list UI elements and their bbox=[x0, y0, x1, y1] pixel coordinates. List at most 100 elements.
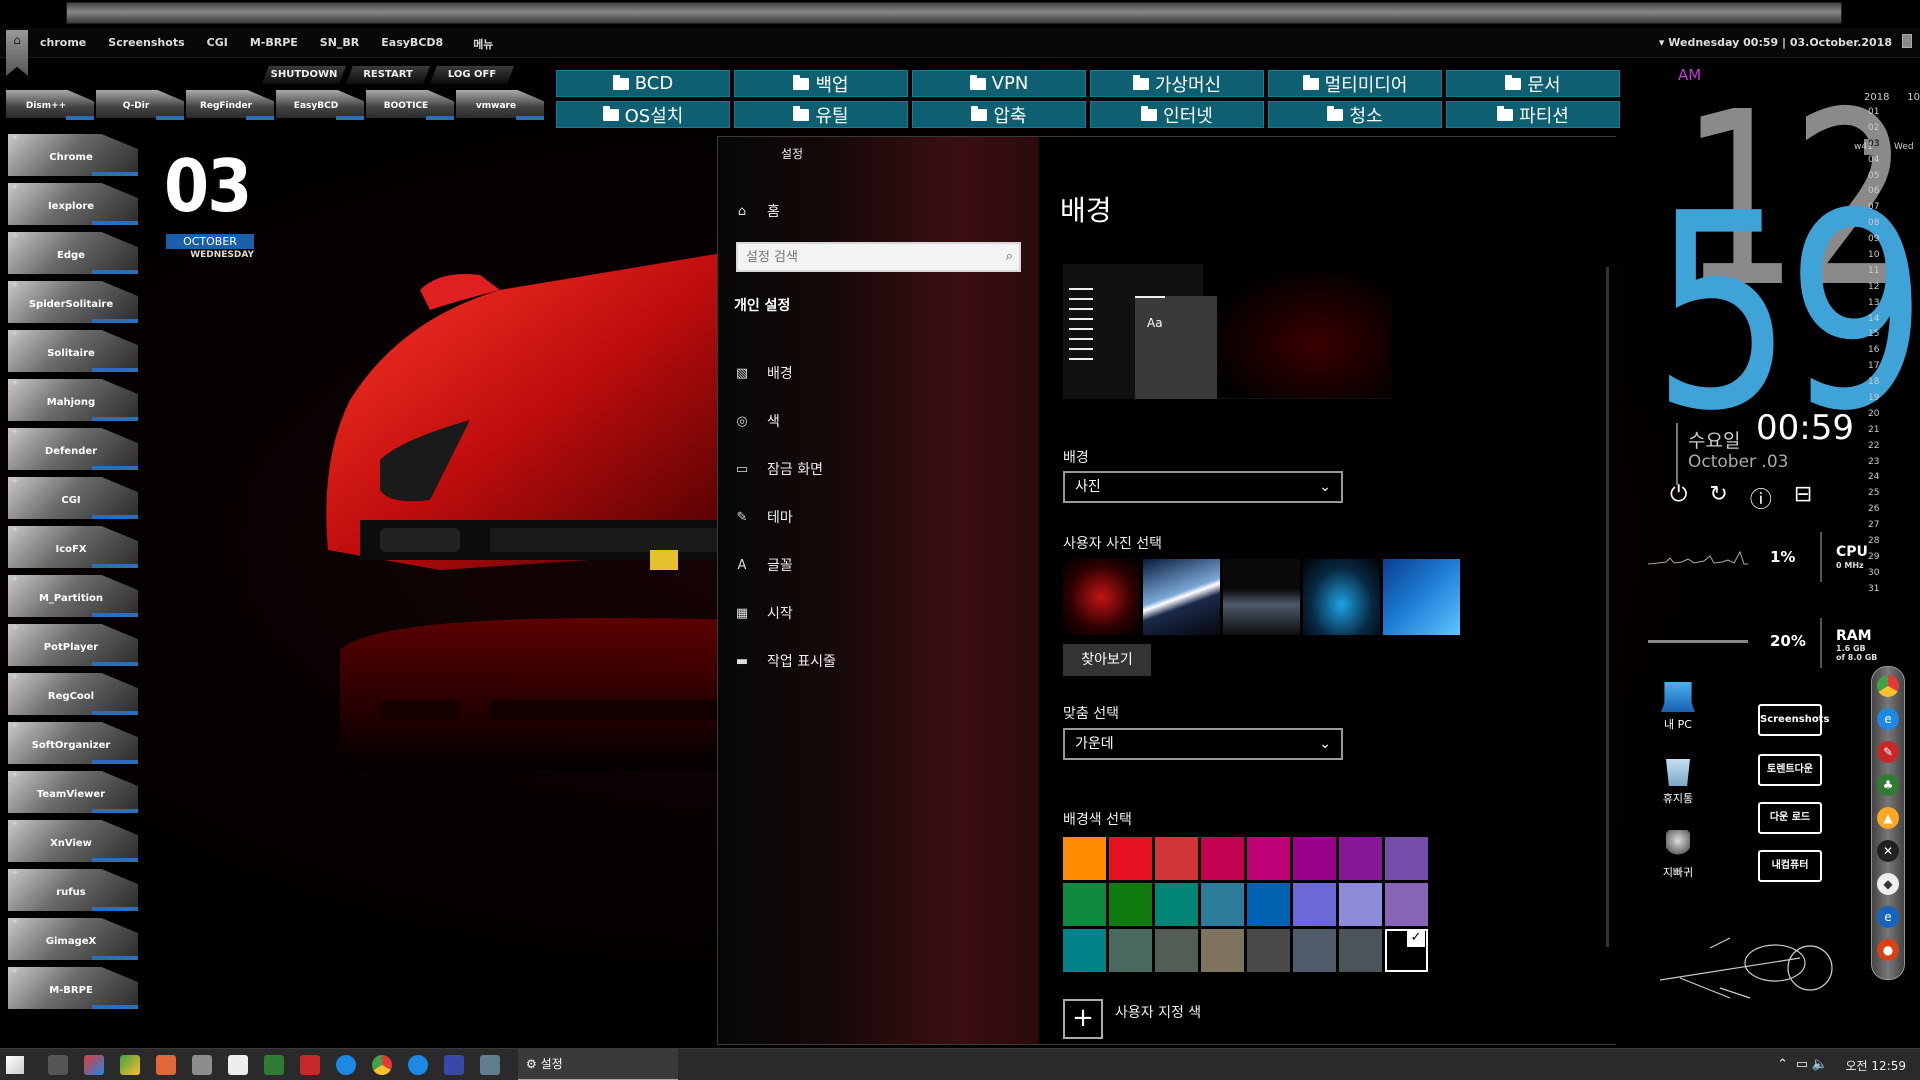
color-swatch[interactable] bbox=[1247, 929, 1290, 972]
record-icon[interactable]: ● bbox=[1877, 939, 1899, 961]
power-icon[interactable]: ⏻ bbox=[1670, 482, 1687, 514]
color-swatch[interactable] bbox=[1201, 883, 1244, 926]
tab-qdir[interactable]: Q-Dir bbox=[96, 88, 186, 120]
toplink-screenshots[interactable]: Screenshots bbox=[108, 36, 184, 52]
color-swatch[interactable] bbox=[1155, 929, 1198, 972]
download-button[interactable]: 다운 로드 bbox=[1758, 802, 1822, 834]
network-icon[interactable]: ▭ bbox=[1796, 1057, 1808, 1072]
volume-icon[interactable]: 🔈 bbox=[1812, 1057, 1828, 1072]
color-swatch[interactable] bbox=[1155, 837, 1198, 880]
launcher-item[interactable]: + XnView bbox=[6, 818, 138, 867]
thumb-windows[interactable] bbox=[1383, 559, 1460, 635]
folder-internet[interactable]: 인터넷 bbox=[1090, 101, 1264, 128]
chrome-icon[interactable] bbox=[372, 1055, 392, 1075]
info-icon[interactable]: ⓘ bbox=[1750, 482, 1772, 514]
launcher-item[interactable]: + SoftOrganizer bbox=[6, 720, 138, 769]
toplink-cgi[interactable]: CGI bbox=[207, 36, 228, 52]
color-swatch[interactable] bbox=[1109, 883, 1152, 926]
launcher-item[interactable]: + SpiderSolitaire bbox=[6, 279, 138, 328]
color-swatch[interactable] bbox=[1385, 883, 1428, 926]
mycomputer-button[interactable]: 내컴퓨터 bbox=[1758, 850, 1822, 882]
launcher-item[interactable]: + CGI bbox=[6, 475, 138, 524]
launcher-item[interactable]: + Chrome bbox=[6, 132, 138, 181]
screenshots-button[interactable]: Screenshots bbox=[1758, 704, 1829, 736]
torrent-button[interactable]: 토렌트다운 bbox=[1758, 754, 1822, 786]
tab-regfinder[interactable]: RegFinder bbox=[186, 88, 276, 120]
scrollbar[interactable] bbox=[1606, 267, 1609, 947]
launcher-item[interactable]: + rufus bbox=[6, 867, 138, 916]
tool-icon[interactable]: ✎ bbox=[1877, 741, 1899, 763]
app-icon[interactable] bbox=[192, 1055, 212, 1075]
browse-button[interactable]: 찾아보기 bbox=[1063, 644, 1151, 676]
tab-easybcd[interactable]: EasyBCD bbox=[276, 88, 366, 120]
taskbar-settings[interactable]: ⚙ 설정 bbox=[518, 1049, 678, 1080]
color-swatch[interactable] bbox=[1293, 883, 1336, 926]
shutdown-button[interactable]: SHUTDOWN bbox=[262, 66, 346, 84]
chrome-icon[interactable] bbox=[1877, 675, 1899, 697]
thumb-tunnel[interactable] bbox=[1143, 559, 1220, 635]
color-swatch[interactable] bbox=[1201, 929, 1244, 972]
launcher-item[interactable]: + Mahjong bbox=[6, 377, 138, 426]
color-swatch[interactable] bbox=[1385, 837, 1428, 880]
color-swatch[interactable] bbox=[1063, 883, 1106, 926]
launcher-item[interactable]: + PotPlayer bbox=[6, 622, 138, 671]
start-button[interactable] bbox=[6, 1056, 24, 1074]
toplink-snbr[interactable]: SN_BR bbox=[320, 36, 359, 52]
folder-bcd[interactable]: BCD bbox=[556, 70, 730, 97]
nav-item[interactable]: ▬ 작업 표시줄 bbox=[734, 651, 836, 671]
top-scroll-box[interactable] bbox=[1902, 34, 1912, 48]
restart-button[interactable]: RESTART bbox=[346, 66, 430, 84]
paint-icon[interactable]: ▲ bbox=[1877, 807, 1899, 829]
color-swatch[interactable] bbox=[1247, 883, 1290, 926]
nav-item[interactable]: ◎ 색 bbox=[734, 411, 780, 431]
color-swatch[interactable] bbox=[1109, 837, 1152, 880]
nav-item[interactable]: ▦ 시작 bbox=[734, 603, 793, 623]
folder-docs[interactable]: 문서 bbox=[1446, 70, 1620, 97]
app-icon[interactable] bbox=[300, 1055, 320, 1075]
nav-item[interactable]: ▭ 잠금 화면 bbox=[734, 459, 823, 479]
custom-color[interactable]: + 사용자 지정 색 bbox=[1063, 999, 1201, 1039]
chevron-up-icon[interactable]: ⌃ bbox=[1777, 1057, 1788, 1072]
tab-bootice[interactable]: BOOTICE bbox=[366, 88, 456, 120]
launcher-item[interactable]: + Iexplore bbox=[6, 181, 138, 230]
color-swatch[interactable] bbox=[1201, 837, 1244, 880]
search-icon[interactable]: ⌕ bbox=[1006, 249, 1013, 264]
app-icon[interactable] bbox=[156, 1055, 176, 1075]
toplink-easybcd[interactable]: EasyBCD8 bbox=[381, 36, 443, 52]
folder-vpn[interactable]: VPN bbox=[912, 70, 1086, 97]
taskbar-clock[interactable]: 오전 12:59 bbox=[1846, 1057, 1906, 1074]
launcher-item[interactable]: + GimageX bbox=[6, 916, 138, 965]
background-dropdown[interactable]: 사진 ⌄ bbox=[1063, 471, 1343, 503]
clover-icon[interactable] bbox=[264, 1055, 284, 1075]
edge-icon[interactable]: e bbox=[1877, 906, 1899, 928]
nav-item[interactable]: A 글꼴 bbox=[734, 555, 793, 575]
search-input[interactable] bbox=[738, 244, 1019, 270]
toplink-chrome[interactable]: chrome bbox=[40, 36, 86, 52]
diamond-icon[interactable]: ◆ bbox=[1877, 873, 1899, 895]
nav-item[interactable]: ▧ 배경 bbox=[734, 363, 793, 383]
toplink-menu[interactable]: 메뉴 bbox=[473, 36, 493, 52]
color-swatch[interactable] bbox=[1155, 883, 1198, 926]
tab-vmware[interactable]: vmware bbox=[456, 88, 546, 120]
logoff-button[interactable]: LOG OFF bbox=[430, 66, 514, 84]
folder-os[interactable]: OS설치 bbox=[556, 101, 730, 128]
desktop-icon-mypc[interactable]: 내 PC bbox=[1648, 682, 1708, 732]
thumb-bugatti-gray[interactable] bbox=[1223, 559, 1300, 635]
color-swatch[interactable] bbox=[1063, 929, 1106, 972]
toplink-mbrpe[interactable]: M-BRPE bbox=[250, 36, 298, 52]
app-icon[interactable] bbox=[120, 1055, 140, 1075]
clover-icon[interactable]: ♣ bbox=[1877, 774, 1899, 796]
color-swatch[interactable] bbox=[1339, 929, 1382, 972]
home-tab[interactable]: ⌂ bbox=[6, 30, 28, 76]
color-swatch[interactable] bbox=[1293, 929, 1336, 972]
thumb-bugatti-blue[interactable] bbox=[1303, 559, 1380, 635]
color-swatch[interactable] bbox=[1339, 883, 1382, 926]
desktop-icon-bird[interactable]: 지빠귀 bbox=[1648, 830, 1708, 880]
ie-icon[interactable]: e bbox=[1877, 708, 1899, 730]
color-swatch[interactable] bbox=[1063, 837, 1106, 880]
app-icon[interactable] bbox=[84, 1055, 104, 1075]
folder-multimedia[interactable]: 멀티미디어 bbox=[1268, 70, 1442, 97]
settings-search[interactable]: ⌕ bbox=[736, 242, 1021, 272]
close-x-icon[interactable]: ✕ bbox=[1877, 840, 1899, 862]
edge-icon[interactable] bbox=[336, 1055, 356, 1075]
